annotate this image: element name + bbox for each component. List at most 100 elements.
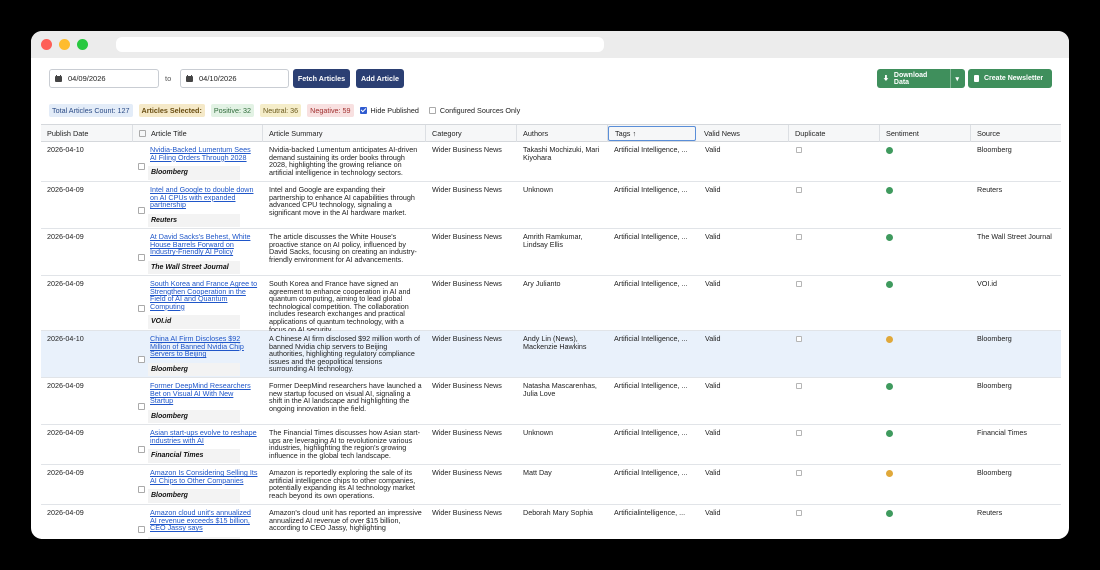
maximize-window-button[interactable] bbox=[77, 39, 88, 50]
tags: Artificial Intelligence, ... bbox=[614, 145, 688, 154]
row-select-checkbox[interactable] bbox=[138, 356, 145, 363]
hide-published-checkbox[interactable] bbox=[359, 106, 367, 114]
category: Wider Business News bbox=[432, 468, 502, 477]
duplicate-checkbox[interactable] bbox=[796, 510, 802, 516]
duplicate-checkbox[interactable] bbox=[796, 187, 802, 193]
table-row[interactable]: 2026-04-09 Asian start-ups evolve to res… bbox=[41, 425, 1061, 465]
articles-table: Publish Date Article Title Article Summa… bbox=[41, 124, 1061, 539]
category: Wider Business News bbox=[432, 232, 502, 241]
minimize-window-button[interactable] bbox=[59, 39, 70, 50]
valid-news: Valid bbox=[705, 381, 721, 390]
row-select-checkbox[interactable] bbox=[138, 526, 145, 533]
valid-news: Valid bbox=[705, 334, 721, 343]
table-row[interactable]: 2026-04-09 South Korea and France Agree … bbox=[41, 276, 1061, 333]
chevron-down-icon[interactable]: ▾ bbox=[955, 75, 959, 83]
article-title-link[interactable]: Amazon Is Considering Selling Its AI Chi… bbox=[150, 468, 257, 485]
configured-sources-checkbox[interactable] bbox=[428, 106, 436, 114]
valid-news: Valid bbox=[705, 468, 721, 477]
create-newsletter-button[interactable]: Create Newsletter bbox=[968, 69, 1052, 88]
article-summary: The article discusses the White House's … bbox=[269, 232, 417, 264]
row-select-checkbox[interactable] bbox=[138, 163, 145, 170]
duplicate-checkbox[interactable] bbox=[796, 430, 802, 436]
table-row[interactable]: 2026-04-09 At David Sacks's Behest, Whit… bbox=[41, 229, 1061, 276]
duplicate-checkbox[interactable] bbox=[796, 470, 802, 476]
configured-sources-label: Configured Sources Only bbox=[439, 105, 521, 115]
date-from-input[interactable]: 04/09/2026 bbox=[49, 69, 159, 88]
authors: Unknown bbox=[523, 185, 553, 194]
category: Wider Business News bbox=[432, 279, 502, 288]
source-chip: The Wall Street Journal bbox=[148, 260, 240, 275]
sentiment-neutral-dot bbox=[886, 336, 893, 343]
sentiment-positive-dot bbox=[886, 383, 893, 390]
table-row[interactable]: 2026-04-09 Amazon Is Considering Selling… bbox=[41, 465, 1061, 505]
table-row[interactable]: 2026-04-09 Amazon cloud unit's annualize… bbox=[41, 505, 1061, 539]
article-title-link[interactable]: Amazon cloud unit's annualized AI revenu… bbox=[150, 508, 251, 532]
column-header-title[interactable]: Article Title bbox=[133, 125, 263, 142]
source: Bloomberg bbox=[977, 145, 1012, 154]
duplicate-checkbox[interactable] bbox=[796, 383, 802, 389]
tags: Artificial Intelligence, ... bbox=[614, 381, 688, 390]
column-header-sentiment[interactable]: Sentiment bbox=[880, 125, 971, 142]
article-title-link[interactable]: South Korea and France Agree to Strength… bbox=[150, 279, 257, 311]
select-all-checkbox[interactable] bbox=[139, 130, 146, 137]
duplicate-checkbox[interactable] bbox=[796, 147, 802, 153]
row-select-checkbox[interactable] bbox=[138, 403, 145, 410]
row-select-checkbox[interactable] bbox=[138, 305, 145, 312]
column-header-duplicate[interactable]: Duplicate bbox=[789, 125, 880, 142]
date-to-input[interactable]: 04/10/2026 bbox=[180, 69, 289, 88]
table-row[interactable]: 2026-04-09 Former DeepMind Researchers B… bbox=[41, 378, 1061, 425]
download-data-label: Download Data bbox=[893, 71, 928, 86]
column-header-tags[interactable]: Tags ↑ bbox=[608, 126, 696, 141]
duplicate-checkbox[interactable] bbox=[796, 281, 802, 287]
article-title-link[interactable]: China AI Firm Discloses $92 Million of B… bbox=[150, 334, 244, 358]
table-header: Publish Date Article Title Article Summa… bbox=[41, 125, 1061, 142]
row-select-checkbox[interactable] bbox=[138, 486, 145, 493]
date-to-value: 04/10/2026 bbox=[199, 74, 237, 83]
table-row[interactable]: 2026-04-10 Nvidia-Backed Lumentum Sees A… bbox=[41, 142, 1061, 182]
column-header-summary[interactable]: Article Summary bbox=[263, 125, 426, 142]
authors: Natasha Mascarenhas, Julia Love bbox=[523, 381, 597, 398]
row-select-checkbox[interactable] bbox=[138, 207, 145, 214]
fetch-articles-button[interactable]: Fetch Articles bbox=[293, 69, 350, 88]
table-row[interactable]: 2026-04-09 Intel and Google to double do… bbox=[41, 182, 1061, 229]
column-header-authors[interactable]: Authors bbox=[517, 125, 608, 142]
column-header-publish-date[interactable]: Publish Date bbox=[41, 125, 133, 142]
tags: Artificialintelligence, ... bbox=[614, 508, 686, 517]
source: Bloomberg bbox=[977, 468, 1012, 477]
category: Wider Business News bbox=[432, 334, 502, 343]
source-chip: Bloomberg bbox=[148, 362, 240, 377]
publish-date: 2026-04-09 bbox=[47, 185, 84, 194]
sentiment-positive-dot bbox=[886, 430, 893, 437]
download-data-button[interactable]: Download Data ▾ bbox=[877, 69, 965, 88]
article-title-link[interactable]: At David Sacks's Behest, White House Bar… bbox=[150, 232, 250, 256]
article-title-link[interactable]: Former DeepMind Researchers Bet on Visua… bbox=[150, 381, 251, 405]
column-header-source[interactable]: Source bbox=[971, 125, 1061, 142]
address-bar[interactable] bbox=[116, 37, 604, 52]
row-select-checkbox[interactable] bbox=[138, 254, 145, 261]
tags: Artificial Intelligence, ... bbox=[614, 468, 688, 477]
title-bar bbox=[31, 31, 1069, 58]
toolbar: 04/09/2026 to 04/10/2026 Fetch Articles … bbox=[49, 69, 1052, 88]
authors: Unknown bbox=[523, 428, 553, 437]
publish-date: 2026-04-09 bbox=[47, 279, 84, 288]
add-article-button[interactable]: Add Article bbox=[356, 69, 404, 88]
article-summary: Nvidia-backed Lumentum anticipates AI-dr… bbox=[269, 145, 418, 177]
close-window-button[interactable] bbox=[41, 39, 52, 50]
column-header-category[interactable]: Category bbox=[426, 125, 517, 142]
sentiment-positive-dot bbox=[886, 147, 893, 154]
duplicate-checkbox[interactable] bbox=[796, 336, 802, 342]
article-title-link[interactable]: Intel and Google to double down on AI CP… bbox=[150, 185, 254, 209]
negative-count-badge: Negative: 59 bbox=[307, 103, 354, 117]
stats-bar: Total Articles Count: 127 Articles Selec… bbox=[49, 103, 530, 117]
publish-date: 2026-04-09 bbox=[47, 468, 84, 477]
table-row[interactable]: 2026-04-10 China AI Firm Discloses $92 M… bbox=[41, 331, 1061, 378]
valid-news: Valid bbox=[705, 508, 721, 517]
sentiment-positive-dot bbox=[886, 281, 893, 288]
article-title-link[interactable]: Nvidia-Backed Lumentum Sees AI Filing Or… bbox=[150, 145, 251, 162]
authors: Deborah Mary Sophia bbox=[523, 508, 593, 517]
duplicate-checkbox[interactable] bbox=[796, 234, 802, 240]
column-header-valid-news[interactable]: Valid News bbox=[698, 125, 789, 142]
sentiment-positive-dot bbox=[886, 234, 893, 241]
row-select-checkbox[interactable] bbox=[138, 446, 145, 453]
article-title-link[interactable]: Asian start-ups evolve to reshape indust… bbox=[150, 428, 257, 445]
